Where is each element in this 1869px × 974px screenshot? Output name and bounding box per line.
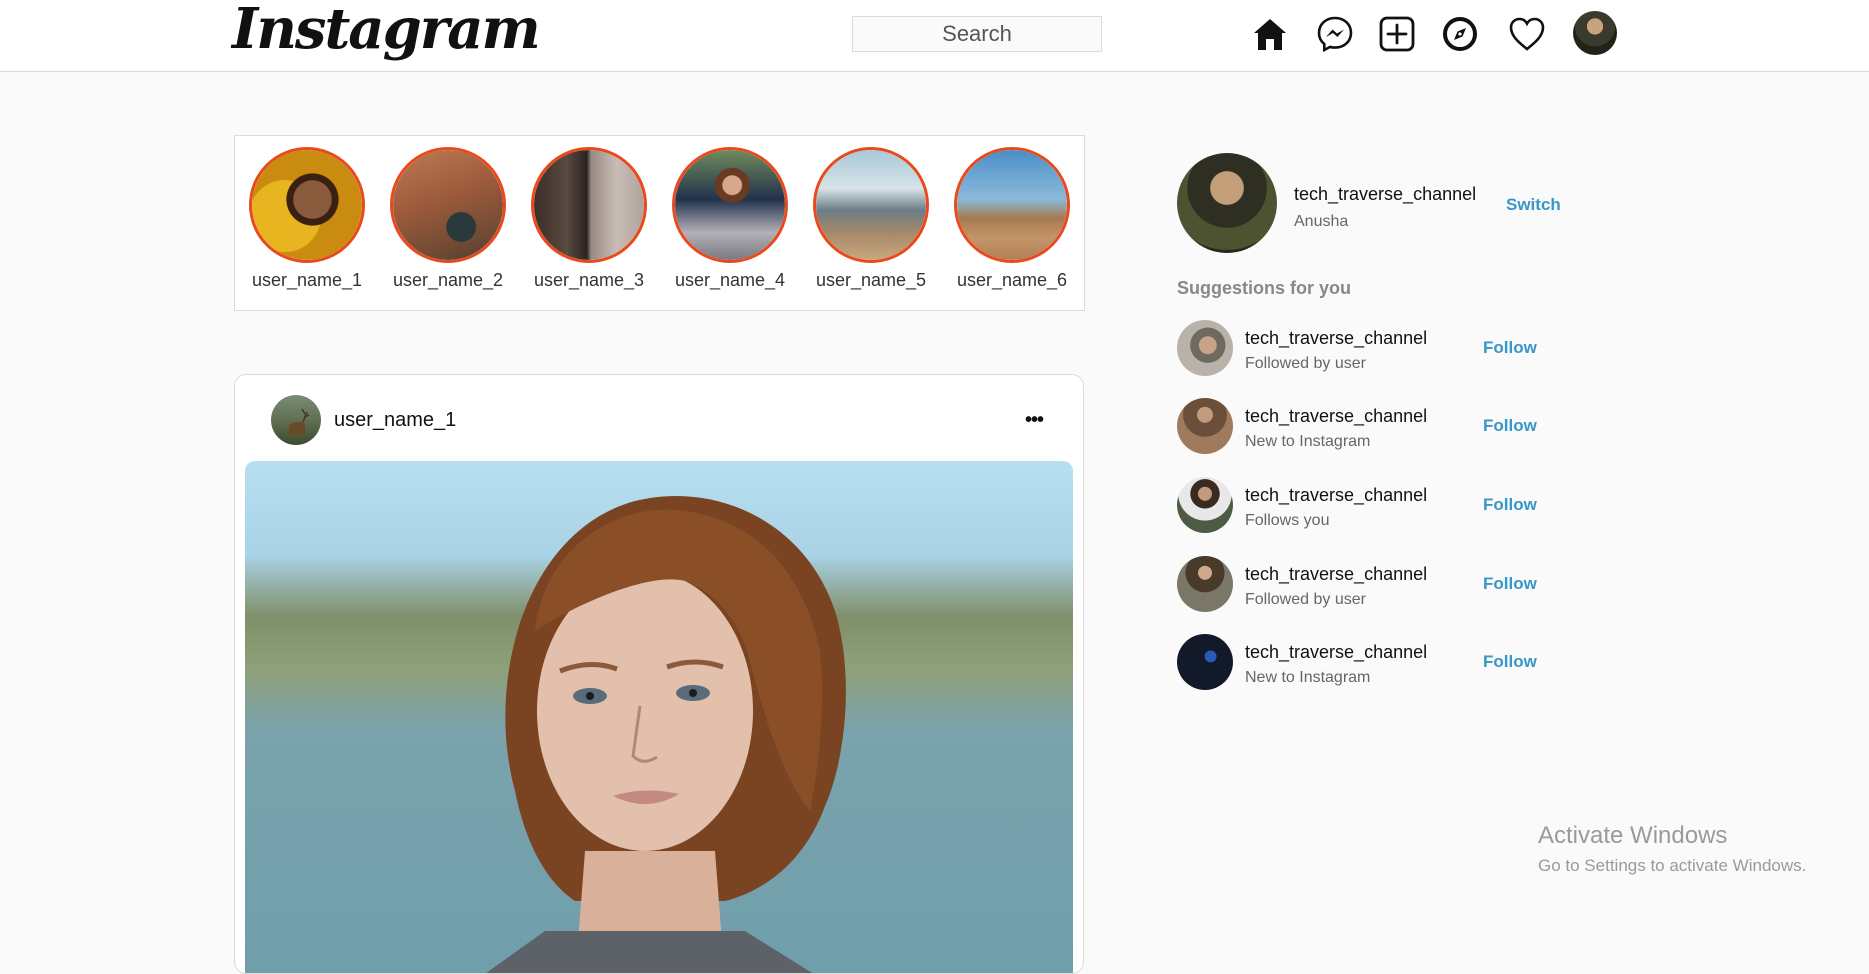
suggestion-username[interactable]: tech_traverse_channel [1245,642,1427,663]
suggestion-avatar[interactable] [1177,634,1233,690]
suggestion-subtitle: New to Instagram [1245,433,1371,450]
story-item[interactable]: user_name_2 [383,147,513,291]
story-username: user_name_3 [533,270,645,290]
suggestion-subtitle: Followed by user [1245,591,1366,608]
suggestion-item: tech_traverse_channel New to Instagram F… [1177,398,1557,458]
home-icon[interactable] [1250,14,1290,54]
story-avatar [954,147,1070,263]
more-options-icon[interactable]: ••• [1025,409,1044,432]
story-username: user_name_4 [674,270,786,290]
suggestion-avatar[interactable] [1177,556,1233,612]
heart-icon[interactable] [1507,14,1547,54]
follow-button[interactable]: Follow [1483,574,1537,594]
suggestion-subtitle: Followed by user [1245,355,1366,372]
story-item[interactable]: user_name_6 [947,147,1077,291]
story-username: user_name_2 [392,270,504,290]
instagram-logo[interactable]: Instagram [232,0,541,62]
story-username: user_name_6 [956,270,1068,290]
story-avatar [672,147,788,263]
suggestion-avatar[interactable] [1177,320,1233,376]
story-avatar [249,147,365,263]
follow-button[interactable]: Follow [1483,495,1537,515]
post-image[interactable] [245,461,1073,973]
follow-button[interactable]: Follow [1483,338,1537,358]
explore-icon[interactable] [1440,14,1480,54]
follow-button[interactable]: Follow [1483,652,1537,672]
story-username: user_name_1 [251,270,363,290]
suggestion-subtitle: New to Instagram [1245,669,1371,686]
activate-windows-title: Activate Windows [1538,822,1728,849]
suggestion-avatar[interactable] [1177,477,1233,533]
profile-avatar[interactable] [1573,11,1617,55]
stories-bar: user_name_1 user_name_2 user_name_3 user… [234,135,1085,311]
post-author-avatar[interactable] [271,395,321,445]
suggestion-username[interactable]: tech_traverse_channel [1245,564,1427,585]
story-item[interactable]: user_name_4 [665,147,795,291]
suggestion-username[interactable]: tech_traverse_channel [1245,328,1427,349]
suggestion-item: tech_traverse_channel Followed by user F… [1177,320,1557,380]
current-user-avatar[interactable] [1177,153,1277,253]
story-avatar [531,147,647,263]
suggestions-heading: Suggestions for you [1177,278,1352,298]
suggestion-username[interactable]: tech_traverse_channel [1245,485,1427,506]
story-username: user_name_5 [815,270,927,290]
suggestion-username[interactable]: tech_traverse_channel [1245,406,1427,427]
post-card: user_name_1 ••• [234,374,1084,974]
story-item[interactable]: user_name_3 [524,147,654,291]
top-navbar: Instagram [0,0,1869,72]
follow-button[interactable]: Follow [1483,416,1537,436]
search-input[interactable] [852,16,1102,52]
suggestion-subtitle: Follows you [1245,512,1330,529]
suggestion-item: tech_traverse_channel New to Instagram F… [1177,634,1557,694]
story-item[interactable]: user_name_1 [242,147,372,291]
current-user-username[interactable]: tech_traverse_channel [1294,184,1476,205]
switch-account-button[interactable]: Switch [1506,195,1561,215]
current-user-name: Anusha [1294,213,1349,230]
story-item[interactable]: user_name_5 [806,147,936,291]
new-post-icon[interactable] [1377,14,1417,54]
story-avatar [813,147,929,263]
activate-windows-subtitle: Go to Settings to activate Windows. [1538,856,1807,875]
suggestion-item: tech_traverse_channel Followed by user F… [1177,556,1557,616]
suggestion-avatar[interactable] [1177,398,1233,454]
messenger-icon[interactable] [1315,14,1355,54]
suggestion-item: tech_traverse_channel Follows you Follow [1177,477,1557,537]
story-avatar [390,147,506,263]
post-author-username[interactable]: user_name_1 [334,409,456,432]
